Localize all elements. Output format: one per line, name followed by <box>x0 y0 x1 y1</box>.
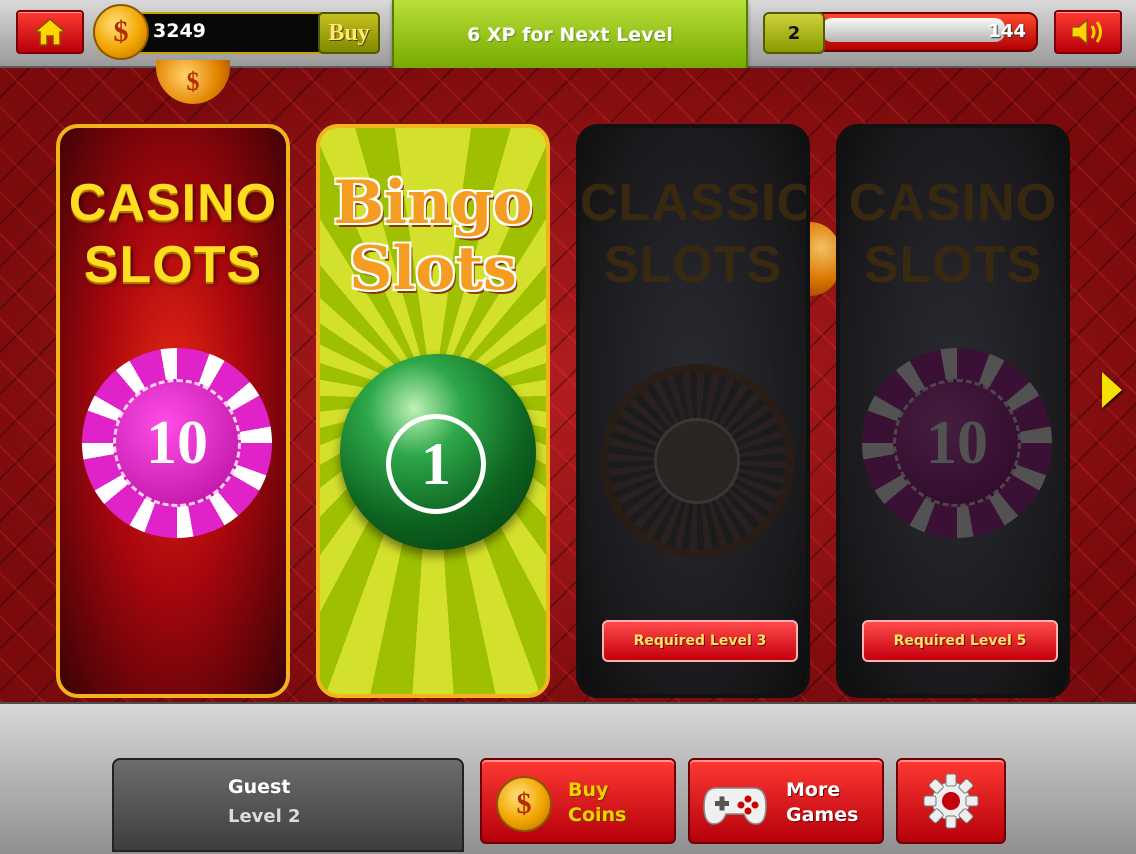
title-line-2: SLOTS <box>863 236 1043 294</box>
speaker-icon <box>1071 18 1102 46</box>
level-progress-fill <box>822 18 1005 42</box>
level-badge: 2 <box>763 12 825 54</box>
poker-chip-icon: 10 <box>82 348 272 538</box>
player-level: Level 2 <box>228 806 301 827</box>
gear-icon <box>923 773 979 829</box>
ball-number: 1 <box>386 414 486 514</box>
roulette-hub <box>654 418 740 504</box>
title-line-1: CASINO <box>848 174 1058 232</box>
label-line-1: Buy <box>568 779 609 801</box>
required-level-badge: Required Level 5 <box>862 620 1058 662</box>
buy-coins-button[interactable]: $ Buy Coins <box>480 758 676 844</box>
roulette-wheel-icon <box>600 364 794 558</box>
label-line-1: More <box>786 779 841 801</box>
xp-value: 144 <box>988 21 1026 42</box>
buy-button[interactable]: Buy <box>318 12 380 54</box>
game-card-casino-slots[interactable]: CASINO SLOTS 10 <box>56 124 290 698</box>
settings-button[interactable] <box>896 758 1006 844</box>
more-games-label: More Games <box>786 778 858 828</box>
right-arrow-icon[interactable] <box>1102 372 1122 408</box>
dollar-coin-icon: $ <box>496 776 552 832</box>
xp-message: 6 XP for Next Level <box>392 0 748 72</box>
game-card-casino-slots-locked[interactable]: CASINO SLOTS 10 Required Level 5 <box>836 124 1070 698</box>
title-line-1: Bingo <box>333 168 533 238</box>
home-icon <box>33 18 67 46</box>
game-card-classic-slots[interactable]: CLASSIC SLOTS Required Level 3 <box>576 124 810 698</box>
poker-chip-icon: 10 <box>862 348 1052 538</box>
title-line-1: CLASSIC <box>580 174 810 232</box>
title-line-1: CASINO <box>68 174 278 232</box>
coin-count: 3249 <box>153 20 206 42</box>
more-games-button[interactable]: More Games <box>688 758 884 844</box>
title-line-2: SLOTS <box>83 236 263 294</box>
game-title: CLASSIC SLOTS <box>580 172 806 296</box>
dollar-coin-icon: $ <box>93 4 149 60</box>
game-title: CASINO SLOTS <box>840 172 1066 296</box>
game-title: Bingo Slots <box>320 170 546 302</box>
title-line-2: Slots <box>349 234 517 304</box>
bingo-ball-icon: 1 <box>340 354 536 550</box>
game-card-bingo-slots[interactable]: Bingo Slots 1 <box>316 124 550 698</box>
required-level-badge: Required Level 3 <box>602 620 798 662</box>
buy-coins-label: Buy Coins <box>568 778 626 828</box>
home-button[interactable] <box>16 10 84 54</box>
chip-value: 10 <box>893 379 1021 507</box>
label-line-2: Games <box>786 804 859 826</box>
title-line-2: SLOTS <box>603 236 783 294</box>
chip-value: 10 <box>113 379 241 507</box>
game-title: CASINO SLOTS <box>60 172 286 296</box>
label-line-2: Coins <box>568 804 627 826</box>
player-profile: Guest Level 2 <box>112 758 464 852</box>
sound-button[interactable] <box>1054 10 1122 54</box>
gamepad-icon <box>703 787 767 825</box>
player-name: Guest <box>228 776 291 798</box>
